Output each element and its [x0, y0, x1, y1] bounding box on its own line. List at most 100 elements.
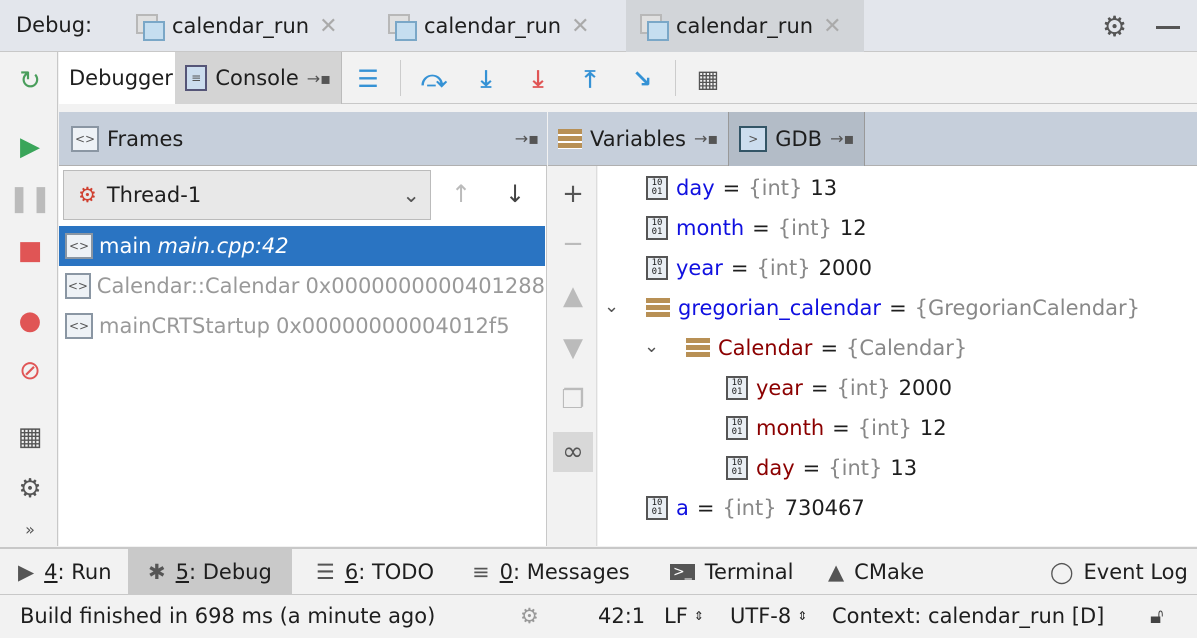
tab-gdb[interactable]: > GDB →▪ — [728, 111, 866, 166]
variables-tree: 10 01 day = {int} 13 10 01 month = {int} 12 10 01 ye… — [598, 166, 1197, 546]
close-icon[interactable]: ✕ — [319, 14, 337, 39]
var-value: 730467 — [784, 496, 865, 520]
pause-icon[interactable]: ❚❚ — [8, 184, 52, 214]
var-eq: = — [820, 336, 839, 360]
var-name: year — [756, 376, 803, 400]
chevron-down-icon[interactable]: ⌄ — [604, 296, 619, 317]
force-step-into-icon[interactable]: ⤓ — [523, 64, 553, 94]
terminal-icon: >_ — [670, 564, 695, 580]
tool-cmake[interactable]: ▲ CMake — [820, 549, 932, 595]
frames-title: Frames — [107, 126, 184, 151]
tool-event-log[interactable]: ◯ Event Log — [1042, 549, 1196, 595]
tab-label: calendar_run — [424, 14, 562, 38]
add-watch-icon[interactable]: + — [553, 174, 593, 214]
line-separator-value: LF — [664, 604, 688, 628]
thread-dropdown[interactable]: ⚙ Thread-1 ⌄ — [63, 170, 431, 220]
context[interactable]: Context: calendar_run [D] — [832, 596, 1104, 636]
pin-icon[interactable]: →▪ — [515, 129, 539, 148]
pin-icon[interactable]: →▪ — [694, 129, 718, 148]
line-separator[interactable]: LF ⇕ — [664, 596, 704, 636]
show-watches-icon[interactable]: ∞ — [553, 432, 593, 472]
background-tasks-icon[interactable]: ⚙ — [520, 596, 539, 636]
frame-row[interactable]: <> Calendar::Calendar 0x0000000000401288 — [59, 266, 545, 306]
layout-icon[interactable]: ▦ — [15, 422, 45, 452]
stop-icon[interactable]: ■ — [15, 236, 45, 266]
var-eq: = — [889, 296, 907, 320]
next-frame-icon[interactable]: ↓ — [505, 180, 525, 208]
gear-icon[interactable]: ⚙ — [1102, 10, 1127, 43]
run-tab-2[interactable]: calendar_run ✕ — [374, 0, 604, 52]
variable-row[interactable]: 10 01 month = {int} 12 — [646, 208, 867, 248]
resume-icon[interactable]: ▶ — [15, 132, 45, 162]
var-value: 2000 — [818, 256, 873, 280]
step-into-icon[interactable]: ⤓ — [471, 64, 501, 94]
object-icon — [646, 298, 670, 318]
step-out-icon[interactable]: ⤒ — [575, 64, 605, 94]
variable-row[interactable]: 10 01 year = {int} 2000 — [646, 248, 872, 288]
tool-run[interactable]: ▶ 4: Run — [10, 549, 120, 595]
close-icon[interactable]: ✕ — [571, 14, 589, 39]
rerun-icon[interactable]: ↻ — [15, 66, 45, 96]
move-up-icon[interactable]: ▲ — [553, 276, 593, 316]
tool-todo[interactable]: ☰ 6: TODO — [308, 549, 442, 595]
var-eq: = — [810, 376, 829, 400]
show-execution-point-icon[interactable]: ☰ — [353, 64, 383, 94]
pin-icon[interactable]: →▪ — [307, 69, 331, 88]
var-name: month — [676, 216, 745, 240]
frames-icon: <> — [71, 125, 99, 152]
tool-terminal[interactable]: >_ Terminal — [662, 549, 801, 595]
settings-icon[interactable]: ⚙ — [15, 474, 45, 504]
variable-row[interactable]: 10 01 year = {int} 2000 — [726, 368, 952, 408]
lock-icon[interactable]: 🔓︎ — [1150, 596, 1164, 636]
mute-breakpoints-icon[interactable]: ⊘ — [15, 356, 45, 386]
close-icon[interactable]: ✕ — [823, 14, 841, 39]
tool-messages[interactable]: ≡ 0: Messages — [464, 549, 638, 595]
tab-debugger[interactable]: Debugger — [59, 52, 175, 104]
variable-row[interactable]: 10 01 day = {int} 13 — [726, 448, 917, 488]
event-log-label: Event Log — [1083, 560, 1188, 584]
var-value: 2000 — [898, 376, 953, 400]
pin-icon[interactable]: →▪ — [830, 129, 854, 148]
evaluate-expression-icon[interactable]: ▦ — [693, 64, 723, 94]
debug-tabs-bar: Debug: calendar_run ✕ calendar_run ✕ calen… — [0, 0, 1197, 52]
var-eq: = — [722, 176, 741, 200]
list-icon: ☰ — [316, 560, 335, 584]
console-icon: ≡ — [185, 65, 208, 91]
run-tab-1[interactable]: calendar_run ✕ — [122, 0, 352, 52]
debug-toolbar: Debugger ≡ Console →▪ ☰ ⤼ ⤓ ⤓ ⤒ ↘ ▦ — [59, 52, 1197, 104]
var-name: a — [676, 496, 689, 520]
minimize-icon[interactable] — [1156, 26, 1180, 29]
tool-debug[interactable]: ✱ 5: Debug — [128, 549, 292, 595]
primitive-icon: 10 01 — [726, 416, 748, 440]
tab-variables[interactable]: Variables →▪ — [548, 112, 728, 166]
status-message[interactable]: Build finished in 698 ms (a minute ago) — [20, 596, 435, 636]
status-bar: Build finished in 698 ms (a minute ago) … — [0, 596, 1197, 638]
more-icon[interactable]: » — [15, 514, 45, 544]
var-type: {Calendar} — [846, 336, 968, 360]
variable-row[interactable]: 10 01 a = {int} 730467 — [646, 488, 865, 528]
tab-console[interactable]: ≡ Console →▪ — [175, 52, 342, 104]
thread-icon: ⚙ — [78, 183, 97, 207]
variable-row[interactable]: 10 01 month = {int} 12 — [726, 408, 947, 448]
frame-icon: <> — [65, 313, 93, 339]
view-breakpoints-icon[interactable]: ● — [15, 306, 45, 336]
step-over-icon[interactable]: ⤼ — [419, 64, 449, 94]
encoding[interactable]: UTF-8 ⇕ — [730, 596, 807, 636]
variable-row[interactable]: 10 01 day = {int} 13 — [646, 168, 837, 208]
tab-label: Variables — [590, 126, 686, 151]
remove-watch-icon[interactable]: − — [553, 224, 593, 264]
caret-position[interactable]: 42:1 — [598, 596, 645, 636]
primitive-icon: 10 01 — [646, 176, 668, 200]
frame-row[interactable]: <> main main.cpp:42 — [59, 226, 545, 266]
previous-frame-icon[interactable]: ↑ — [451, 180, 471, 208]
frame-row[interactable]: <> mainCRTStartup 0x00000000004012f5 — [59, 306, 545, 346]
run-tab-3[interactable]: calendar_run ✕ — [626, 0, 864, 52]
run-to-cursor-icon[interactable]: ↘ — [627, 64, 657, 94]
primitive-icon: 10 01 — [646, 256, 668, 280]
move-down-icon[interactable]: ▼ — [553, 328, 593, 368]
frame-location: 0x0000000000401288 — [305, 274, 545, 298]
variable-row[interactable]: Calendar = {Calendar} — [686, 328, 967, 368]
copy-icon[interactable]: ❐ — [553, 380, 593, 420]
variable-row[interactable]: gregorian_calendar = {GregorianCalendar} — [646, 288, 1140, 328]
chevron-down-icon[interactable]: ⌄ — [644, 336, 659, 357]
